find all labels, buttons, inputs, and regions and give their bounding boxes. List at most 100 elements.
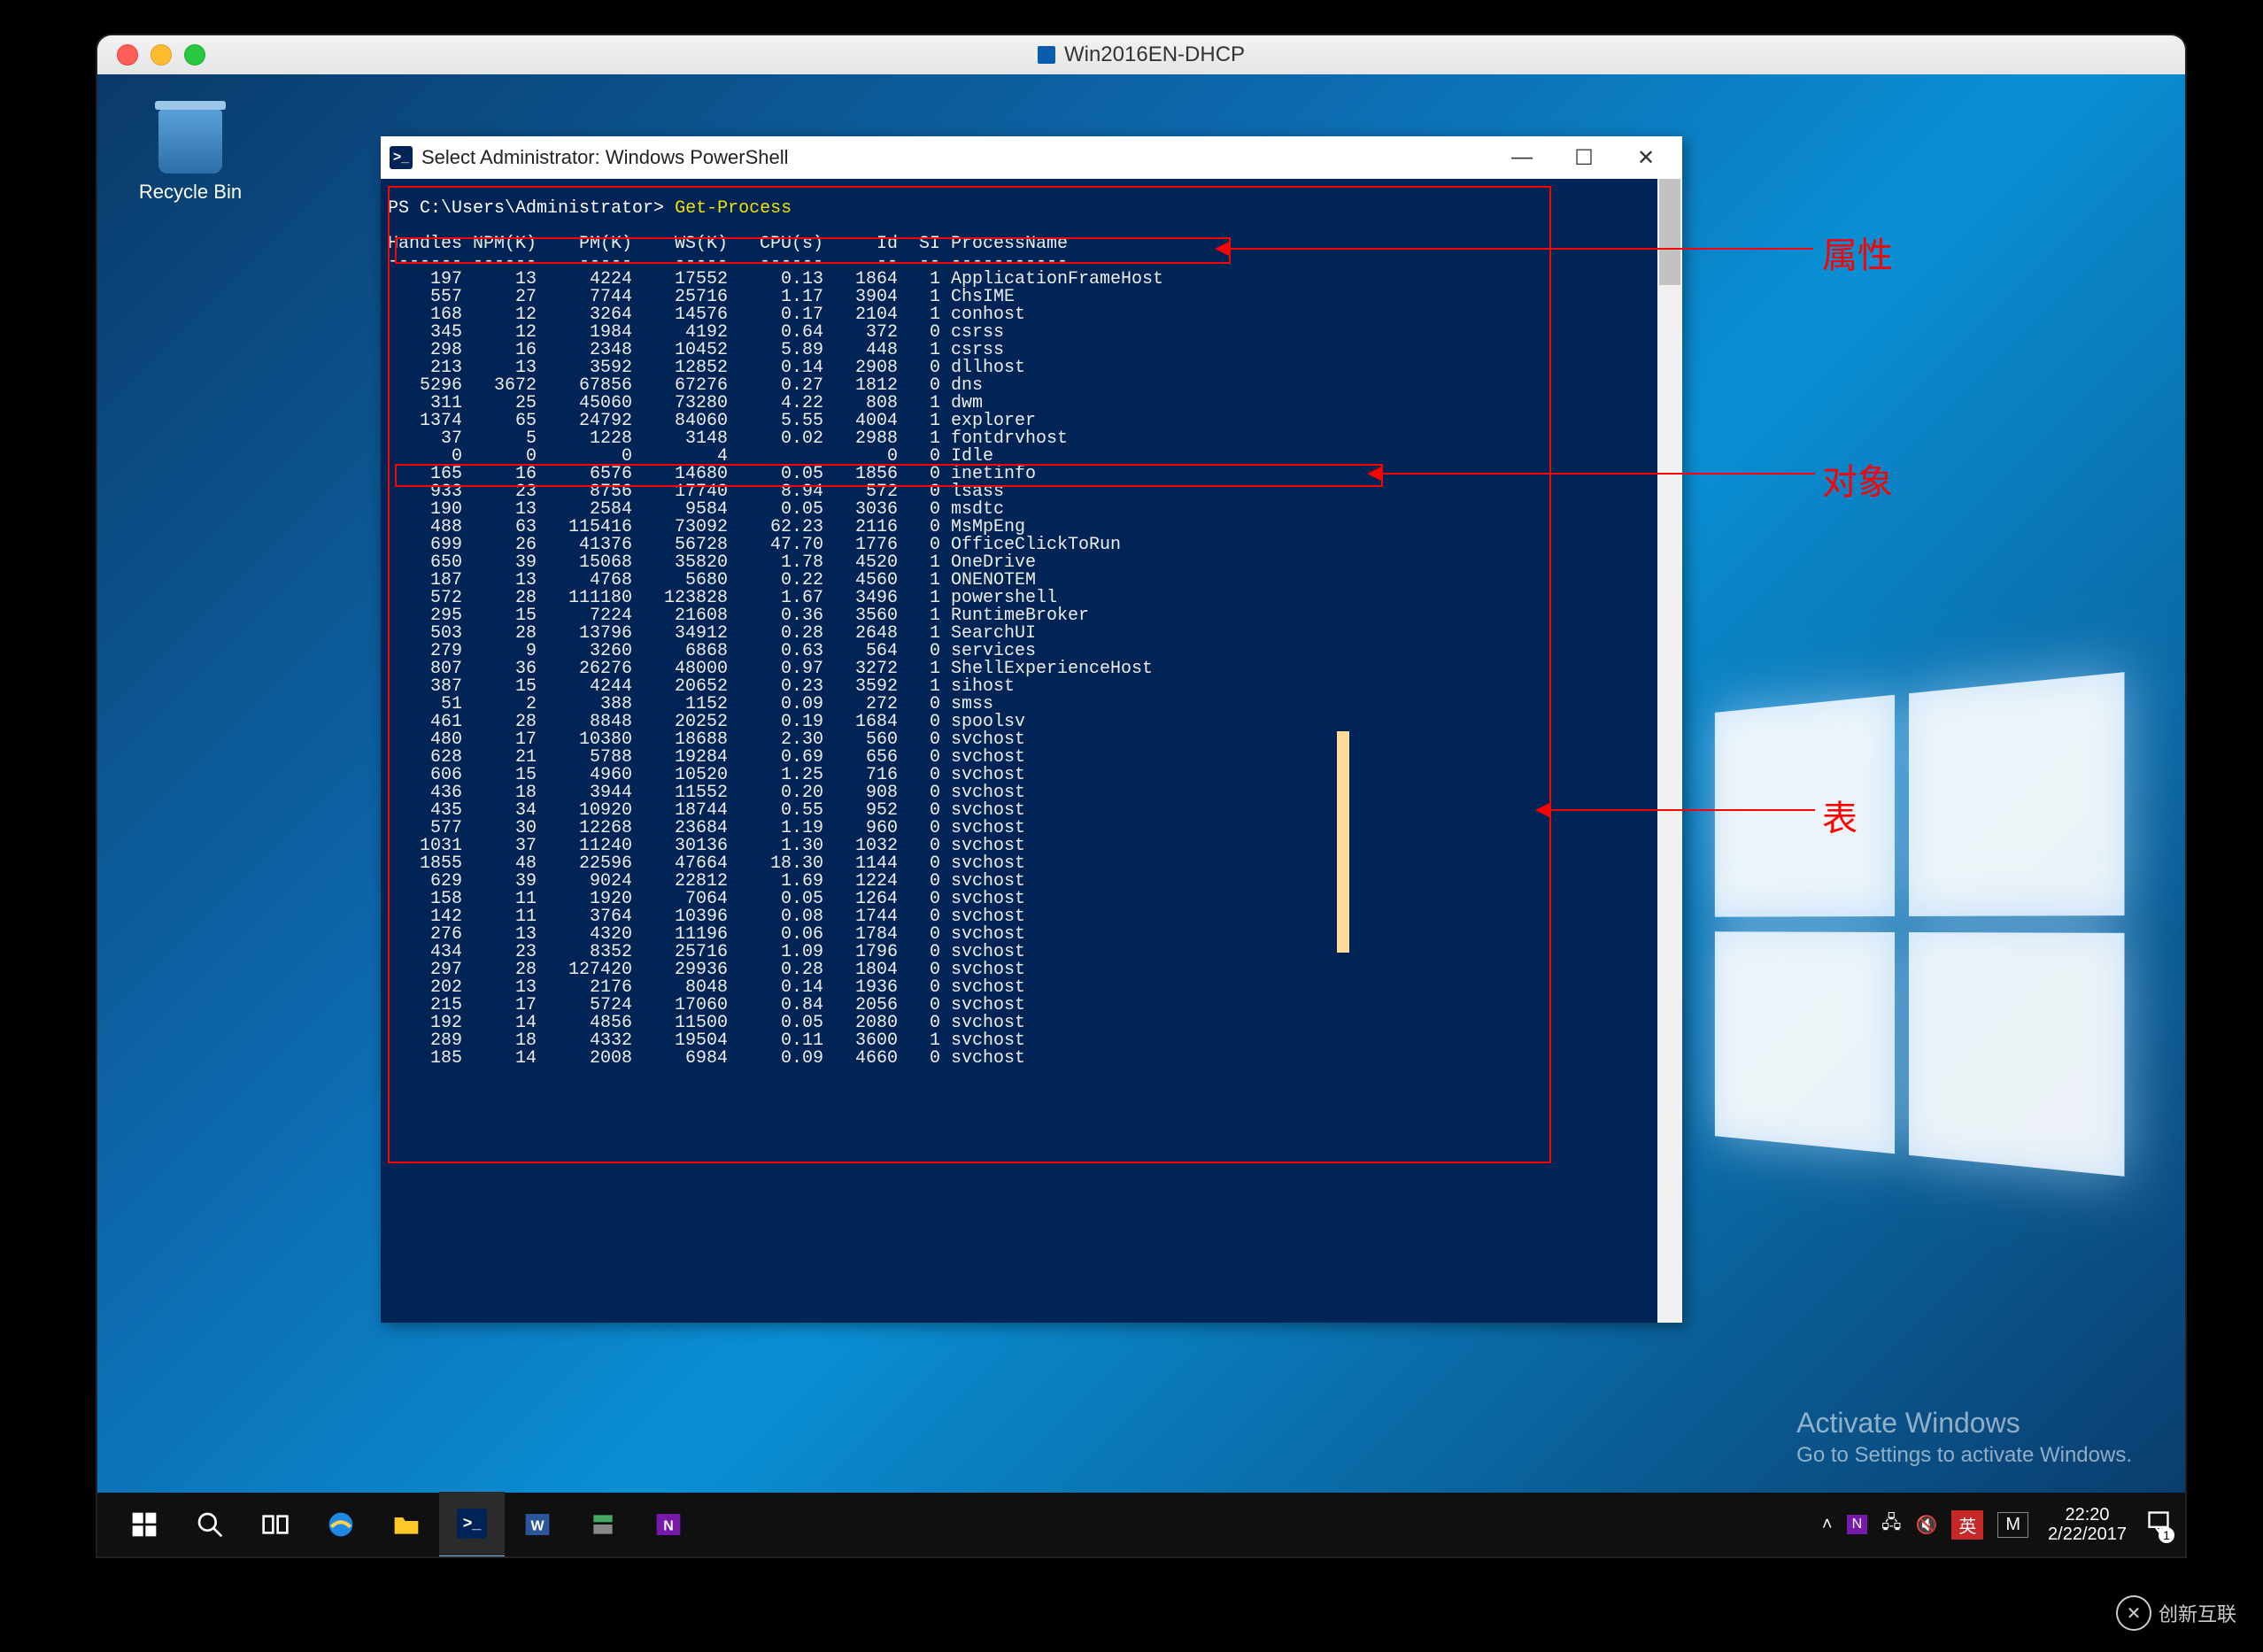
powershell-console[interactable]: PS C:\Users\Administrator> Get-Process H… (381, 179, 1657, 1323)
search-button[interactable] (177, 1493, 243, 1556)
table-row: 276134320111960.0617840svchost (388, 926, 1163, 944)
mac-minimize-button[interactable] (151, 44, 172, 66)
taskbar-ie[interactable] (308, 1493, 374, 1556)
table-row: 572281111801238281.6734961powershell (388, 590, 1163, 607)
annot-label-object: 对象 (1822, 453, 1893, 505)
annot-label-attrs: 属性 (1822, 227, 1893, 278)
table-row: 197134224175520.1318641ApplicationFrameH… (388, 271, 1163, 289)
table-row: 29728127420299360.2818040svchost (388, 961, 1163, 979)
table-row: 628215788192840.696560svchost (388, 749, 1163, 767)
powershell-icon: >_ (390, 146, 413, 169)
watermark-brand: ✕创新互联 (2116, 1595, 2236, 1631)
table-row: 13746524792840605.5540041explorer (388, 413, 1163, 430)
table-row: 19013258495840.0530360msdtc (388, 501, 1163, 519)
table-row: 51238811520.092720smss (388, 696, 1163, 714)
tray-network-icon[interactable]: 🖧 (1881, 1509, 1901, 1540)
table-row: 15811192070640.0512640svchost (388, 891, 1163, 908)
taskbar-onenote[interactable]: N (636, 1493, 701, 1556)
vm-window: Win2016EN-DHCP Recycle Bin >_ Select Adm… (97, 35, 2185, 1556)
table-row: 387154244206520.2335921sihost (388, 678, 1163, 696)
windows-logo-wallpaper (1715, 672, 2125, 1177)
table-row: 488631154167309262.2321160MsMpEng (388, 519, 1163, 537)
tray-onenote-icon[interactable]: N (1847, 1515, 1868, 1534)
taskbar-word[interactable]: W (505, 1493, 570, 1556)
tray-chevron-icon[interactable]: ˄ (1822, 1515, 1833, 1535)
table-row: 3112545060732804.228081dwm (388, 395, 1163, 413)
table-row: 168123264145760.1721041conhost (388, 306, 1163, 324)
svg-text:W: W (530, 1519, 545, 1534)
taskbar-server-manager[interactable] (570, 1493, 636, 1556)
table-row: 5773012268236841.199600svchost (388, 820, 1163, 838)
table-row: 2799326068680.635640services (388, 643, 1163, 660)
recycle-bin-icon[interactable]: Recycle Bin (133, 110, 248, 204)
search-icon (196, 1510, 224, 1539)
table-row: 436183944115520.209080svchost (388, 784, 1163, 802)
table-row: 142113764103960.0817440svchost (388, 908, 1163, 926)
scrollbar[interactable] (1657, 179, 1682, 1323)
prompt-path: PS C:\Users\Administrator> (388, 198, 675, 219)
mac-titlebar[interactable]: Win2016EN-DHCP (97, 35, 2185, 75)
close-button[interactable]: ✕ (1615, 137, 1677, 178)
powershell-titlebar[interactable]: >_ Select Administrator: Windows PowerSh… (381, 136, 1682, 180)
table-row: 289184332195040.1136001svchost (388, 1032, 1163, 1050)
svg-text:N: N (663, 1519, 674, 1534)
table-row: 375122831480.0229881fontdrvhost (388, 430, 1163, 448)
prompt-command: Get-Process (675, 198, 792, 219)
table-row: 434238352257161.0917960svchost (388, 944, 1163, 961)
scrollbar-thumb[interactable] (1659, 179, 1680, 285)
powershell-title: Select Administrator: Windows PowerShell (421, 146, 789, 169)
trash-icon (158, 110, 222, 174)
tray-ime-lang[interactable]: 英 (1951, 1510, 1983, 1540)
windows-desktop[interactable]: Recycle Bin >_ Select Administrator: Win… (97, 74, 2185, 1556)
vm-icon (1038, 46, 1055, 64)
folder-icon (392, 1510, 421, 1539)
taskbar-powershell[interactable]: >_ (439, 1492, 505, 1557)
table-row: 213133592128520.1429080dllhost (388, 359, 1163, 377)
table-row: 4353410920187440.559520svchost (388, 802, 1163, 820)
table-row: 6503915068358201.7845201OneDrive (388, 554, 1163, 572)
tray-ime-mode[interactable]: M (1997, 1512, 2028, 1538)
powershell-icon: >_ (457, 1509, 487, 1539)
activate-windows-watermark: Activate Windows Go to Settings to activ… (1796, 1407, 2132, 1468)
server-icon (589, 1510, 617, 1539)
ie-icon (327, 1510, 355, 1539)
table-row: 461288848202520.1916840spoolsv (388, 714, 1163, 731)
powershell-window[interactable]: >_ Select Administrator: Windows PowerSh… (381, 136, 1682, 1323)
table-row: 5296367267856672760.2718120dns (388, 377, 1163, 395)
table-row: 185548225964766418.3011440svchost (388, 855, 1163, 873)
taskbar-clock[interactable]: 22:20 2/22/2017 (2048, 1505, 2127, 1544)
mac-zoom-button[interactable] (184, 44, 205, 66)
action-center-button[interactable]: 1 (2146, 1509, 2171, 1540)
table-row: 557277744257161.1739041ChsIME (388, 289, 1163, 306)
task-view-button[interactable] (243, 1493, 308, 1556)
table-row: 4801710380186882.305600svchost (388, 731, 1163, 749)
table-row: 215175724170600.8420560svchost (388, 997, 1163, 1015)
maximize-button[interactable]: ☐ (1553, 137, 1615, 178)
table-row: 5032813796349120.2826481SearchUI (388, 625, 1163, 643)
table-row: 8073626276480000.9732721ShellExperienceH… (388, 660, 1163, 678)
process-table: HandlesNPM(K)PM(K)WS(K)CPU(s)IdSIProcess… (388, 235, 1163, 1068)
onenote-icon: N (654, 1510, 683, 1539)
table-row: 69926413765672847.7017760OfficeClickToRu… (388, 537, 1163, 554)
taskbar[interactable]: >_ W N ˄ N 🖧 (97, 1493, 2185, 1556)
mac-close-button[interactable] (117, 44, 138, 66)
taskbar-explorer[interactable] (374, 1493, 439, 1556)
minimize-button[interactable]: — (1491, 137, 1553, 178)
table-row: 165166576146800.0518560inetinfo (388, 466, 1163, 483)
table-row: 000400Idle (388, 448, 1163, 466)
table-header-row: ----------------------------------------… (388, 253, 1163, 271)
table-row: 298162348104525.894481csrss (388, 342, 1163, 359)
table-row: 34512198441920.643720csrss (388, 324, 1163, 342)
table-row: 192144856115000.0520800svchost (388, 1015, 1163, 1032)
table-row: 295157224216080.3635601RuntimeBroker (388, 607, 1163, 625)
table-row: 933238756177408.945720lsass (388, 483, 1163, 501)
task-view-icon (261, 1510, 290, 1539)
recycle-bin-label: Recycle Bin (133, 181, 248, 204)
table-row: 18713476856800.2245601ONENOTEM (388, 572, 1163, 590)
table-row: 20213217680480.1419360svchost (388, 979, 1163, 997)
system-tray[interactable]: ˄ N 🖧 🔇 英 M (1822, 1509, 2028, 1540)
tray-volume-icon[interactable]: 🔇 (1915, 1514, 1937, 1536)
table-row: 606154960105201.257160svchost (388, 767, 1163, 784)
start-button[interactable] (112, 1493, 177, 1556)
table-row: 629399024228121.6912240svchost (388, 873, 1163, 891)
